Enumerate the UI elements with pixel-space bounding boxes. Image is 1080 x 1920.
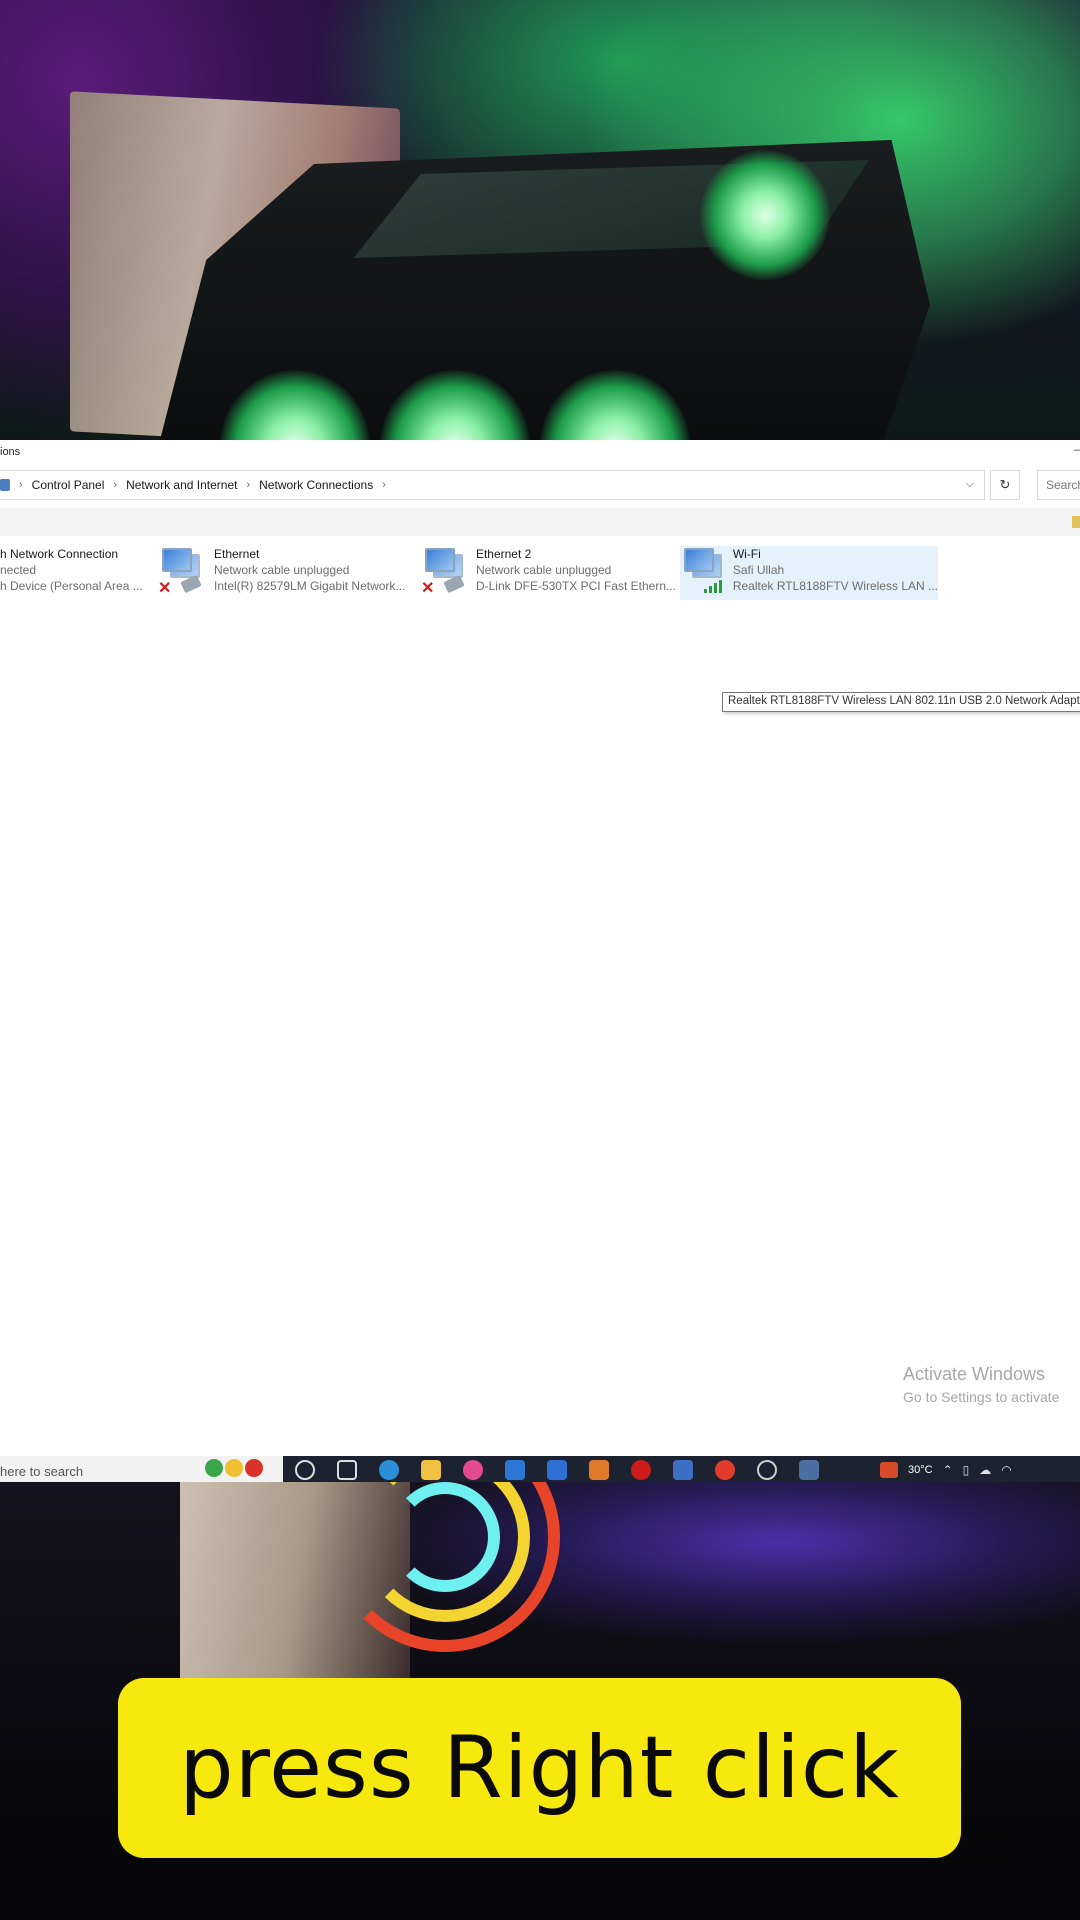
network-connections-window: ions – › Control Panel › Network and Int… <box>0 440 1080 1482</box>
edge-icon[interactable] <box>379 1460 399 1480</box>
window-title: ions <box>0 446 21 458</box>
wifi-icon[interactable]: ◠ <box>1001 1463 1011 1477</box>
connection-text: Ethernet Network cable unplugged Intel(R… <box>214 546 405 594</box>
green-fan-glow <box>700 150 830 280</box>
connection-status: Network cable unplugged <box>214 563 350 577</box>
signal-bars-icon <box>704 580 722 593</box>
network-connections-taskbar-icon[interactable] <box>799 1460 819 1480</box>
connection-status: nected <box>0 563 37 577</box>
chevron-down-icon[interactable]: ⌵ <box>966 478 974 491</box>
connection-bluetooth[interactable]: h Network Connection nected h Device (Pe… <box>0 546 150 600</box>
breadcrumb-separator: › <box>19 479 23 491</box>
wifi-adapter-icon <box>680 546 725 596</box>
weather-icon[interactable] <box>880 1462 898 1478</box>
file-explorer-icon[interactable] <box>421 1460 441 1480</box>
taskbar-search-input[interactable]: here to search <box>0 1456 283 1482</box>
connection-text: h Network Connection nected h Device (Pe… <box>0 546 143 594</box>
opera-icon[interactable] <box>631 1460 651 1480</box>
caption-text: press Right click <box>179 1718 900 1818</box>
neon-rainbow <box>390 1482 500 1592</box>
command-bar <box>0 508 1080 536</box>
refresh-icon: ↻ <box>999 477 1011 492</box>
title-bar: ions – <box>0 440 1080 466</box>
ethernet-disconnected-icon: ✕ <box>158 546 206 597</box>
breadcrumb-control-panel[interactable]: Control Panel <box>32 478 105 492</box>
paint-icon[interactable] <box>463 1460 483 1480</box>
refresh-button[interactable]: ↻ <box>990 470 1020 500</box>
watermark-subtitle: Go to Settings to activate <box>903 1389 1060 1405</box>
breadcrumb-network-connections[interactable]: Network Connections <box>259 478 373 492</box>
breadcrumb-separator[interactable]: › <box>113 479 117 491</box>
breadcrumb-network-and-internet[interactable]: Network and Internet <box>126 478 237 492</box>
top-background-photo <box>0 0 1080 440</box>
view-options-icon[interactable] <box>1072 516 1080 528</box>
ethernet-disconnected-icon: ✕ <box>421 546 468 597</box>
address-row: › Control Panel › Network and Internet ›… <box>0 470 1080 500</box>
connection-device: h Device (Personal Area ... <box>0 579 143 593</box>
connection-list: h Network Connection nected h Device (Pe… <box>0 540 1080 712</box>
breadcrumb-separator[interactable]: › <box>246 479 250 491</box>
connection-status: Network cable unplugged <box>475 563 612 577</box>
watermark-title: Activate Windows <box>903 1364 1046 1384</box>
search-icon[interactable] <box>295 1460 315 1480</box>
connection-device: Realtek RTL8188FTV Wireless LAN ... <box>732 579 938 593</box>
connection-status: Safi Ullah <box>732 563 785 577</box>
taskbar: here to search 30°C ⌃ ▯ ☁ ◠ <box>0 1456 1080 1482</box>
connection-text: Ethernet 2 Network cable unplugged D-Lin… <box>476 546 676 594</box>
app-icon[interactable] <box>673 1460 693 1480</box>
connection-ethernet-2[interactable]: ✕ Ethernet 2 Network cable unplugged D-L… <box>421 546 676 600</box>
caption-banner: press Right click <box>118 1678 961 1858</box>
search-input[interactable]: Search <box>1037 470 1080 500</box>
search-highlight-icon <box>205 1459 263 1477</box>
breadcrumb-separator[interactable]: › <box>382 479 386 491</box>
mail-icon[interactable] <box>547 1460 567 1480</box>
firefox-icon[interactable] <box>589 1460 609 1480</box>
activate-windows-watermark: Activate Windows Go to Settings to activ… <box>903 1364 1059 1405</box>
taskbar-search-text: here to search <box>0 1464 84 1479</box>
clock-icon[interactable] <box>757 1460 777 1480</box>
system-tray: 30°C ⌃ ▯ ☁ ◠ <box>880 1462 1012 1478</box>
taskbar-apps <box>295 1460 819 1480</box>
connection-text: Wi-Fi Safi Ullah Realtek RTL8188FTV Wire… <box>733 546 938 594</box>
connection-name: h Network Connection <box>0 547 119 561</box>
connection-device: D-Link DFE-530TX PCI Fast Ethern... <box>475 579 676 593</box>
weather-temperature[interactable]: 30°C <box>908 1464 933 1476</box>
task-view-icon[interactable] <box>337 1460 357 1480</box>
connection-name: Ethernet 2 <box>475 547 532 561</box>
connection-wifi[interactable]: Wi-Fi Safi Ullah Realtek RTL8188FTV Wire… <box>680 546 938 600</box>
connection-ethernet[interactable]: ✕ Ethernet Network cable unplugged Intel… <box>158 546 408 600</box>
store-icon[interactable] <box>505 1460 525 1480</box>
connection-device: Intel(R) 82579LM Gigabit Network... <box>214 579 406 593</box>
connection-name: Wi-Fi <box>732 547 761 561</box>
connection-name: Ethernet <box>214 547 260 561</box>
adapter-tooltip: Realtek RTL8188FTV Wireless LAN 802.11n … <box>722 692 1080 712</box>
battery-icon[interactable]: ▯ <box>963 1463 970 1477</box>
control-panel-icon <box>0 479 10 491</box>
address-bar[interactable]: › Control Panel › Network and Internet ›… <box>0 470 985 500</box>
tray-chevron-up-icon[interactable]: ⌃ <box>943 1463 953 1477</box>
bottom-background-photo: press Right click <box>0 1482 1080 1920</box>
chrome-icon[interactable] <box>715 1460 735 1480</box>
cloud-icon[interactable]: ☁ <box>979 1463 991 1477</box>
minimize-button[interactable]: – <box>1074 444 1080 456</box>
